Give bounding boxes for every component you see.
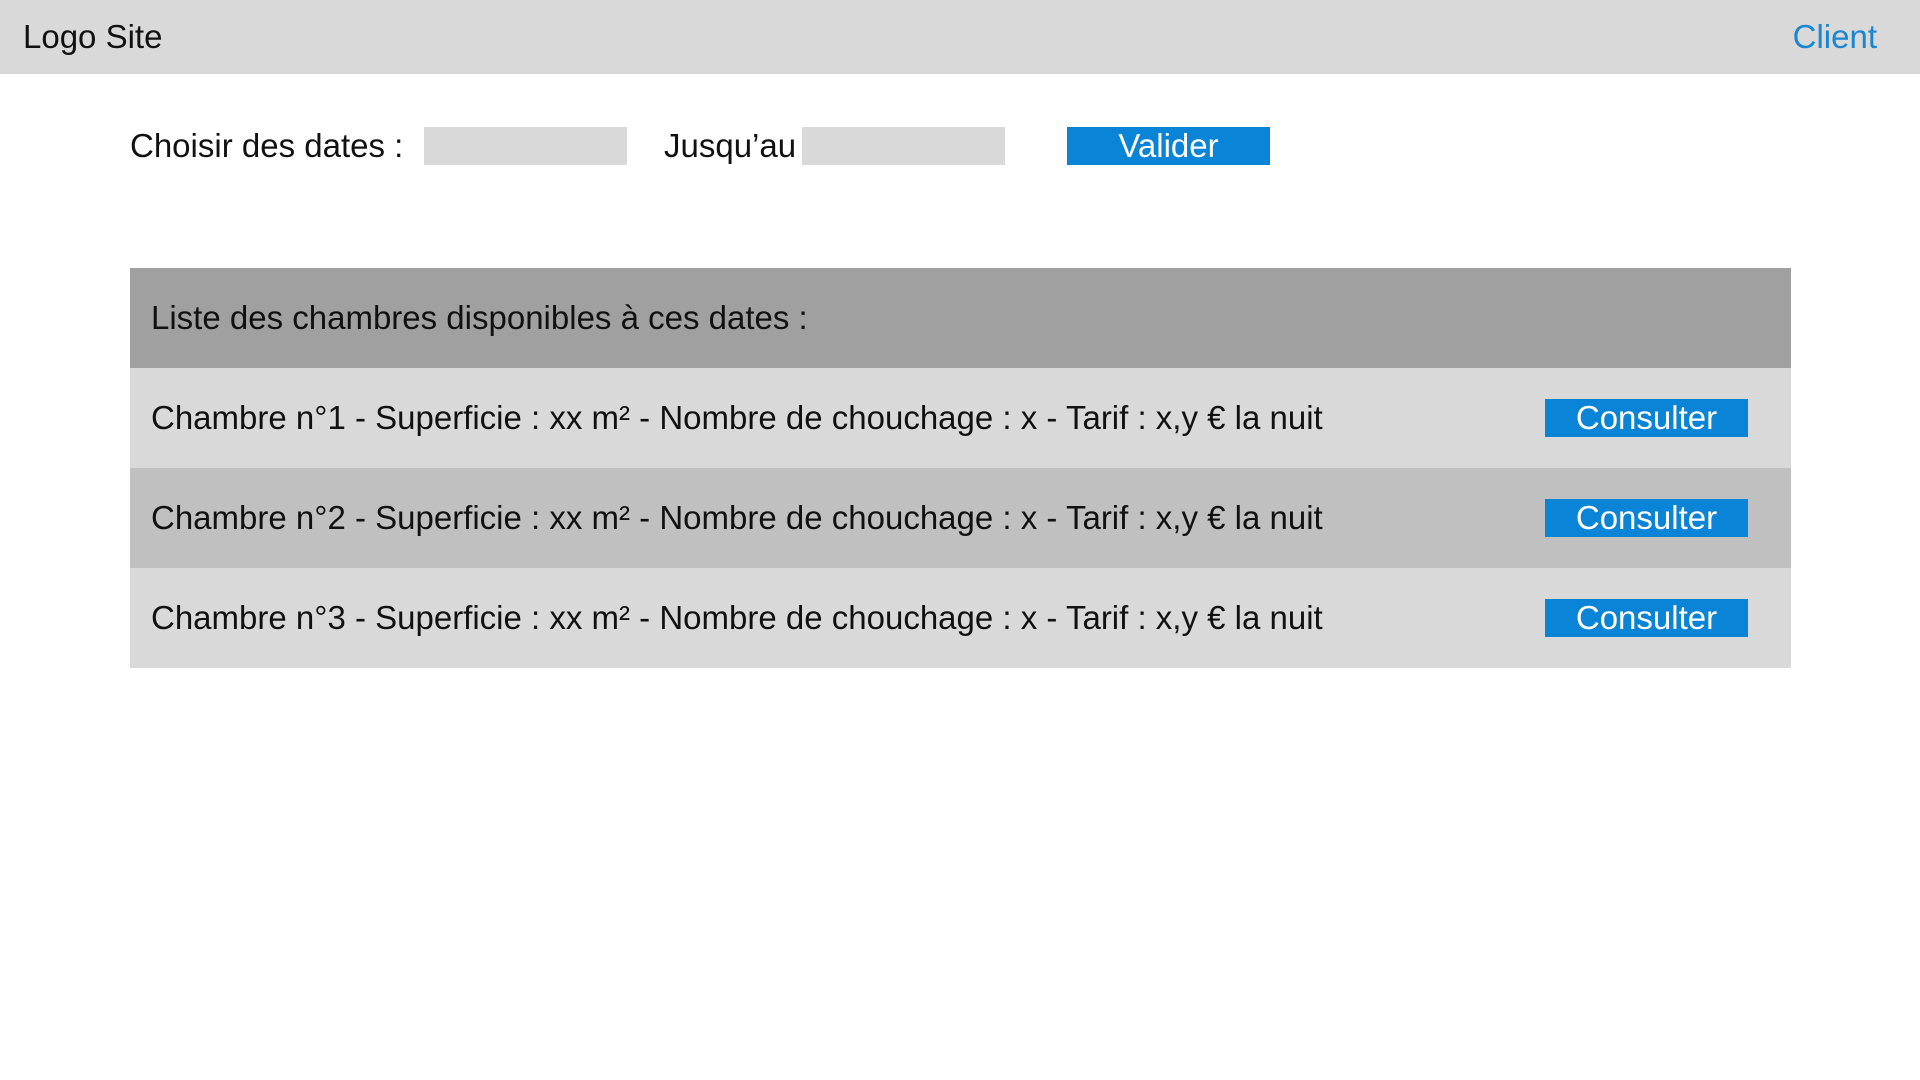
client-link[interactable]: Client	[1793, 0, 1877, 74]
from-date-input[interactable]	[424, 127, 627, 165]
site-logo[interactable]: Logo Site	[23, 0, 162, 74]
top-bar: Logo Site Client	[0, 0, 1920, 74]
from-date-label: Choisir des dates :	[130, 127, 404, 164]
to-date-input[interactable]	[802, 127, 1005, 165]
available-rooms-table: Liste des chambres disponibles à ces dat…	[130, 268, 1791, 668]
date-selector: Choisir des dates : Jusqu’au Valider	[130, 127, 1330, 165]
consult-room-1-button[interactable]: Consulter	[1545, 399, 1748, 437]
to-date-label: Jusqu’au	[664, 127, 797, 164]
room-row: Chambre n°2 - Superficie : xx m² - Nombr…	[130, 468, 1791, 568]
consult-room-2-button[interactable]: Consulter	[1545, 499, 1748, 537]
room-description: Chambre n°1 - Superficie : xx m² - Nombr…	[151, 399, 1323, 436]
room-row: Chambre n°3 - Superficie : xx m² - Nombr…	[130, 568, 1791, 668]
table-header: Liste des chambres disponibles à ces dat…	[130, 268, 1791, 368]
validate-button[interactable]: Valider	[1067, 127, 1270, 165]
room-row: Chambre n°1 - Superficie : xx m² - Nombr…	[130, 368, 1791, 468]
room-description: Chambre n°3 - Superficie : xx m² - Nombr…	[151, 599, 1323, 636]
consult-room-3-button[interactable]: Consulter	[1545, 599, 1748, 637]
room-description: Chambre n°2 - Superficie : xx m² - Nombr…	[151, 499, 1323, 536]
table-header-title: Liste des chambres disponibles à ces dat…	[151, 299, 808, 336]
